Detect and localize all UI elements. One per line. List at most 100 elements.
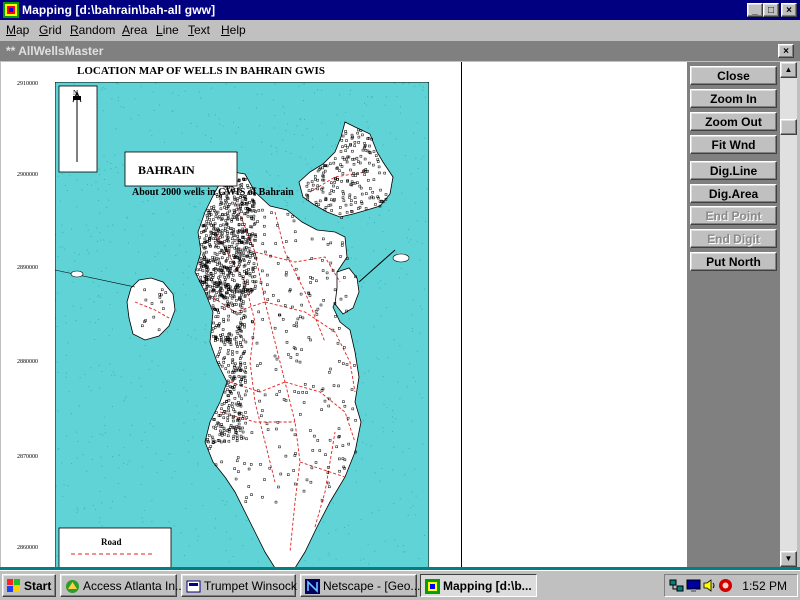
task-trumpet-winsock[interactable]: Trumpet Winsock	[181, 574, 297, 597]
task-mapping[interactable]: Mapping [d:\b...	[420, 574, 537, 597]
child-window: ** AllWellsMaster × LOCATION MAP OF WELL…	[0, 39, 800, 567]
sea-speckle	[76, 431, 78, 433]
close-map-button[interactable]: Close	[690, 66, 777, 85]
menu-random[interactable]: Random	[70, 23, 115, 37]
app-title-bar[interactable]: Mapping [d:\bahrain\bah-all gww] _ □ ×	[0, 0, 800, 20]
sea-speckle	[115, 128, 117, 130]
sea-speckle	[102, 110, 104, 112]
sea-speckle	[211, 348, 212, 350]
windows-logo-icon	[7, 579, 20, 592]
monitor-icon[interactable]	[686, 578, 701, 593]
sea-speckle	[97, 319, 99, 320]
task-access-atlanta[interactable]: Access Atlanta In...	[60, 574, 185, 597]
child-title-bar[interactable]: ** AllWellsMaster ×	[0, 41, 800, 61]
y-tick-label: 2890000	[17, 265, 38, 271]
sea-speckle	[109, 363, 111, 365]
sea-speckle	[124, 229, 126, 231]
sea-speckle	[65, 322, 67, 324]
end-point-button[interactable]: End Point	[690, 206, 777, 225]
sea-speckle	[345, 111, 347, 113]
sea-speckle	[366, 104, 367, 106]
fit-window-button[interactable]: Fit Wnd	[690, 135, 777, 154]
sea-speckle	[91, 459, 93, 460]
sea-speckle	[64, 184, 66, 186]
sea-speckle	[420, 158, 422, 160]
sea-speckle	[102, 87, 104, 89]
scroll-up-arrow-icon[interactable]: ▲	[780, 62, 797, 78]
sea-speckle	[75, 320, 77, 321]
sea-speckle	[210, 137, 212, 139]
sea-speckle	[140, 385, 142, 387]
map-title: LOCATION MAP OF WELLS IN BAHRAIN GWIS	[77, 65, 325, 77]
child-close-button[interactable]: ×	[778, 44, 794, 58]
sea-speckle	[183, 387, 185, 389]
sea-speckle	[399, 106, 401, 108]
sea-speckle	[177, 329, 178, 330]
sea-speckle	[384, 540, 386, 542]
sea-speckle	[195, 528, 197, 530]
volume-speaker-icon[interactable]	[702, 578, 717, 593]
sea-speckle	[182, 272, 184, 274]
sea-speckle	[183, 422, 185, 424]
sea-speckle	[282, 139, 284, 141]
vertical-scrollbar[interactable]: ▲ ▼	[780, 62, 797, 567]
sea-speckle	[181, 132, 183, 134]
zoom-out-button[interactable]: Zoom Out	[690, 112, 777, 131]
start-button[interactable]: Start	[2, 574, 56, 597]
close-button[interactable]: ×	[781, 3, 797, 17]
sea-speckle	[99, 232, 101, 234]
sea-speckle	[406, 386, 408, 388]
sea-speckle	[188, 451, 190, 453]
sea-speckle	[411, 420, 413, 422]
sea-speckle	[399, 112, 401, 114]
sea-speckle	[101, 270, 103, 272]
sea-speckle	[162, 381, 164, 383]
menu-area[interactable]: Area	[122, 23, 147, 37]
sea-speckle	[319, 559, 321, 561]
antivirus-icon[interactable]	[718, 578, 733, 593]
sea-speckle	[337, 221, 339, 223]
sea-speckle	[179, 244, 181, 246]
menu-line[interactable]: Line	[156, 23, 179, 37]
menu-text[interactable]: Text	[188, 23, 210, 37]
map-canvas[interactable]: LOCATION MAP OF WELLS IN BAHRAIN GWIS 29…	[1, 62, 688, 567]
menu-help[interactable]: Help	[221, 23, 246, 37]
sea-speckle	[66, 372, 67, 374]
sea-speckle	[98, 168, 100, 170]
zoom-in-button[interactable]: Zoom In	[690, 89, 777, 108]
sea-speckle	[74, 252, 75, 254]
sea-speckle	[261, 141, 263, 143]
y-tick-label: 2860000	[17, 545, 38, 551]
task-netscape[interactable]: Netscape - [Geo...	[300, 574, 420, 597]
sea-speckle	[175, 255, 177, 256]
sea-speckle	[312, 146, 314, 148]
scroll-down-arrow-icon[interactable]: ▼	[780, 551, 797, 567]
dig-area-button[interactable]: Dig.Area	[690, 184, 777, 203]
sea-speckle	[111, 328, 113, 330]
put-north-button[interactable]: Put North	[690, 252, 777, 271]
sea-speckle	[197, 539, 199, 541]
sea-speckle	[100, 456, 102, 458]
sea-speckle	[208, 115, 210, 117]
netscape-icon	[305, 579, 320, 594]
sea-speckle	[88, 386, 90, 388]
sea-speckle	[127, 217, 129, 219]
sea-speckle	[331, 145, 333, 147]
end-digit-button[interactable]: End Digit	[690, 229, 777, 248]
menu-grid[interactable]: Grid	[39, 23, 62, 37]
sea-speckle	[187, 277, 189, 279]
network-icon[interactable]	[669, 578, 684, 593]
sea-speckle	[367, 127, 369, 129]
sea-speckle	[57, 371, 59, 373]
scroll-thumb[interactable]	[780, 119, 797, 135]
dig-line-button[interactable]: Dig.Line	[690, 161, 777, 180]
minimize-button[interactable]: _	[747, 3, 763, 17]
sea-speckle	[246, 519, 247, 521]
sea-speckle	[241, 146, 243, 148]
sea-speckle	[302, 134, 304, 136]
sea-speckle	[62, 246, 64, 248]
menu-map[interactable]: Map	[6, 23, 29, 37]
sea-speckle	[412, 327, 413, 329]
sea-speckle	[135, 272, 136, 274]
maximize-button[interactable]: □	[763, 3, 779, 17]
